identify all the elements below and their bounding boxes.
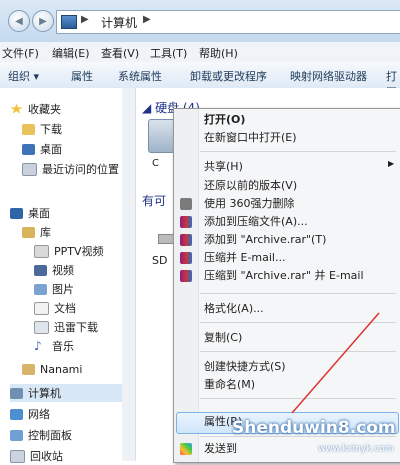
menu-rename[interactable]: 重命名(M) — [204, 376, 255, 394]
nav-desktop-label: 桌面 — [28, 207, 50, 220]
winrar-icon — [180, 216, 192, 228]
nav-computer-label: 计算机 — [28, 387, 61, 400]
menu-copy[interactable]: 复制(C) — [204, 329, 242, 347]
nav-downloads-label: 下载 — [40, 123, 62, 136]
menu-divider — [200, 293, 396, 294]
submenu-arrow-icon: ▶ — [388, 159, 395, 168]
menu-edit[interactable]: 编辑(E) — [52, 45, 90, 61]
shredder-icon — [180, 198, 192, 210]
menu-bar: 文件(F) 编辑(E) 查看(V) 工具(T) 帮助(H) — [0, 42, 400, 63]
address-toolbar: ◀ ▶ ▶ 计算机 ▶ — [0, 0, 400, 43]
desktop-icon — [22, 143, 35, 155]
menu-share[interactable]: 共享(H) — [204, 158, 243, 176]
back-button[interactable]: ◀ — [8, 10, 30, 32]
menu-add-archive-rar[interactable]: 添加到 "Archive.rar"(T) — [204, 231, 326, 249]
breadcrumb-computer[interactable]: 计算机 — [101, 14, 137, 31]
documents-icon — [34, 301, 49, 315]
breadcrumb-separator-icon: ▶ — [81, 14, 89, 25]
menu-tools[interactable]: 工具(T) — [150, 45, 187, 61]
nav-pictures-label: 图片 — [52, 283, 74, 296]
thunder-download-icon — [34, 320, 49, 334]
nav-favorites[interactable]: 收藏夹 — [10, 100, 132, 118]
menu-create-shortcut[interactable]: 创建快捷方式(S) — [204, 358, 286, 376]
menu-open-new-window[interactable]: 在新窗口中打开(E) — [204, 129, 297, 147]
nav-library-label: 库 — [40, 226, 51, 239]
desktop-icon — [10, 207, 23, 219]
music-note-icon: ♪ — [34, 338, 42, 353]
nav-thunder-label: 迅雷下载 — [54, 321, 98, 334]
nav-control-panel[interactable]: 控制面板 — [10, 426, 132, 444]
network-icon — [10, 408, 23, 420]
forward-button[interactable]: ▶ — [32, 10, 54, 32]
annotation-arrow — [291, 312, 380, 414]
nav-music-label: 音乐 — [52, 340, 74, 353]
nav-recycle-bin[interactable]: 回收站 — [10, 447, 132, 465]
nav-documents-label: 文档 — [54, 302, 76, 315]
command-bar: 组织 ▾ 属性 系统属性 卸载或更改程序 映射网络驱动器 打开控制面板 — [0, 62, 400, 163]
computer-icon — [61, 15, 77, 29]
menu-compress-email[interactable]: 压缩并 E-mail... — [204, 249, 285, 267]
context-menu: 打开(O) 在新窗口中打开(E) 共享(H) ▶ 还原以前的版本(V) 使用 3… — [173, 108, 400, 463]
forward-arrow-icon: ▶ — [39, 15, 47, 27]
annotation-arrow-line — [291, 312, 380, 414]
video-library-icon — [34, 244, 49, 258]
properties-button[interactable]: 属性 — [71, 68, 93, 84]
drive-c-label: C — [152, 158, 159, 169]
menu-divider — [200, 151, 396, 152]
nav-recycle-label: 回收站 — [30, 450, 63, 463]
menu-restore-previous[interactable]: 还原以前的版本(V) — [204, 177, 297, 195]
nav-desktop[interactable]: 桌面 — [10, 204, 132, 222]
sd-drive-label: SD — [152, 254, 168, 267]
navigation-pane: 收藏夹 下载 桌面 最近访问的位置 桌面 库 PPTV视频 视频 图片 文档 迅… — [0, 88, 123, 463]
computer-icon — [10, 387, 23, 399]
recent-places-icon — [22, 162, 37, 176]
menu-format[interactable]: 格式化(A)... — [204, 300, 264, 318]
user-folder-icon — [22, 363, 35, 375]
navigation-scrollbar[interactable] — [122, 88, 136, 461]
downloads-folder-icon — [22, 123, 35, 135]
pictures-icon — [34, 283, 47, 295]
nav-favorites-desktop-label: 桌面 — [40, 143, 62, 156]
nav-network[interactable]: 网络 — [10, 405, 132, 423]
winrar-icon — [180, 252, 192, 264]
nav-computer[interactable]: 计算机 — [10, 384, 122, 402]
star-icon — [10, 103, 23, 114]
system-properties-button[interactable]: 系统属性 — [118, 68, 162, 84]
control-panel-icon — [10, 429, 23, 441]
back-arrow-icon: ◀ — [15, 15, 23, 27]
menu-view[interactable]: 查看(V) — [101, 45, 139, 61]
menu-help[interactable]: 帮助(H) — [199, 45, 238, 61]
nav-videos-label: 视频 — [52, 264, 74, 277]
organize-button[interactable]: 组织 ▾ — [8, 68, 39, 84]
context-menu-icon-gutter — [174, 109, 199, 462]
watermark-subtext: www.kxinyk.com — [318, 444, 394, 454]
nav-user-label: Nanami — [40, 362, 83, 376]
address-bar[interactable]: ▶ 计算机 ▶ — [56, 10, 400, 34]
menu-file[interactable]: 文件(F) — [2, 45, 39, 61]
winrar-icon — [180, 234, 192, 246]
collapse-arrow-icon: ◢ — [142, 101, 152, 115]
watermark-text: Shenduwin8.com — [232, 418, 396, 438]
sd-card-icon[interactable] — [158, 234, 174, 244]
video-icon — [34, 264, 47, 276]
menu-compress-rar-email[interactable]: 压缩到 "Archive.rar" 并 E-mail — [204, 267, 364, 285]
menu-send-to[interactable]: 发送到 — [204, 440, 237, 458]
nav-network-label: 网络 — [28, 408, 50, 421]
nav-control-panel-label: 控制面板 — [28, 429, 72, 442]
menu-open[interactable]: 打开(O) — [204, 111, 245, 129]
breadcrumb-separator-icon: ▶ — [143, 14, 151, 25]
menu-360-delete[interactable]: 使用 360强力删除 — [204, 195, 295, 213]
menu-add-archive[interactable]: 添加到压缩文件(A)... — [204, 213, 308, 231]
map-network-drive-button[interactable]: 映射网络驱动器 — [290, 68, 367, 84]
uninstall-program-button[interactable]: 卸载或更改程序 — [190, 68, 267, 84]
nav-pptv-label: PPTV视频 — [54, 245, 104, 258]
nav-favorites-label: 收藏夹 — [28, 103, 61, 116]
library-icon — [22, 226, 35, 238]
send-to-icon — [180, 443, 192, 455]
nav-recent-label: 最近访问的位置 — [42, 163, 119, 176]
winrar-icon — [180, 270, 192, 282]
removable-group-header[interactable]: 有可 — [142, 192, 166, 209]
